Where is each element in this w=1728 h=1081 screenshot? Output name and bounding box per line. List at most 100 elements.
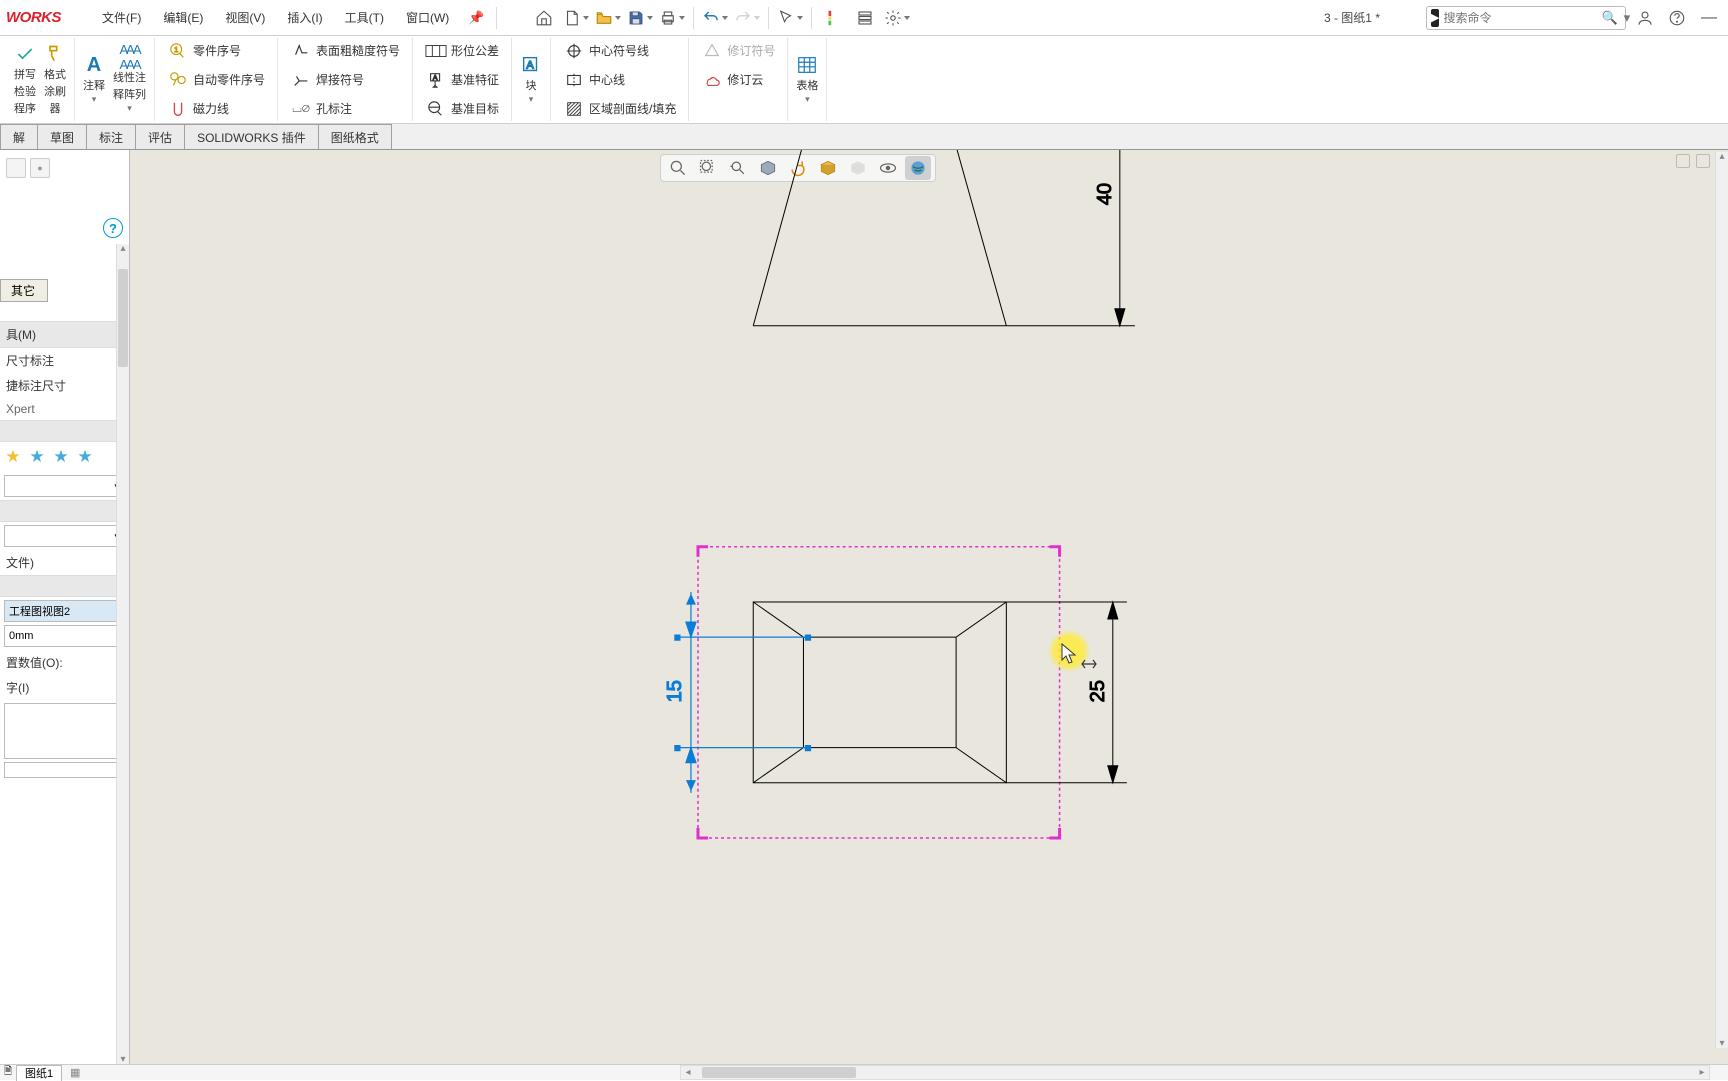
- command-manager-tabs: 解 草图 标注 评估 SOLIDWORKS 插件 图纸格式: [0, 124, 1728, 150]
- spell-check-button[interactable]: 拼写 检验 程序: [12, 41, 38, 118]
- star-save-icon[interactable]: ★: [74, 446, 96, 468]
- panel-tab-1[interactable]: [6, 158, 26, 178]
- add-sheet-icon[interactable]: ▦: [66, 1066, 84, 1079]
- other-tab[interactable]: 其它: [0, 279, 48, 302]
- note-button[interactable]: A 注释 ▾: [81, 52, 107, 107]
- print-icon[interactable]: [658, 4, 686, 32]
- weld-symbol-button[interactable]: 焊接符号: [284, 67, 406, 92]
- panel-tab-2[interactable]: [30, 158, 50, 178]
- tab-evaluate[interactable]: 评估: [135, 124, 185, 149]
- tab-sketch[interactable]: 草图: [37, 124, 87, 149]
- ribbon: 拼写 检验 程序 格式 涂刷 器 A 注释 ▾ AAAAAA 线性注 释阵列 ▾…: [0, 36, 1728, 124]
- revision-cloud-button[interactable]: 修订云: [695, 67, 781, 92]
- scroll-left-icon[interactable]: ◂: [681, 1066, 695, 1079]
- app-logo: WORKS: [6, 9, 61, 26]
- sheet-icon: 🗎: [4, 1064, 12, 1081]
- item-xpert[interactable]: Xpert: [0, 398, 129, 420]
- pin-icon[interactable]: 📌: [468, 10, 484, 26]
- area-hatch-button[interactable]: 区域剖面线/填充: [557, 96, 682, 121]
- item-dimension[interactable]: 尺寸标注: [0, 348, 129, 373]
- tables-button[interactable]: 表格 ▾: [794, 52, 820, 107]
- panel-scrollbar[interactable]: ▴ ▾: [116, 244, 129, 1064]
- scroll-thumb[interactable]: [118, 269, 128, 367]
- menu-insert[interactable]: 插入(I): [276, 9, 333, 26]
- home-icon[interactable]: [530, 4, 558, 32]
- style-dropdown[interactable]: ▾: [4, 475, 125, 497]
- command-icon: ▶: [1431, 9, 1439, 27]
- open-icon[interactable]: [594, 4, 622, 32]
- scroll-down-icon[interactable]: ▾: [117, 1053, 129, 1064]
- dim-15[interactable]: 15: [664, 680, 686, 702]
- menu-bar: WORKS 文件(F) 编辑(E) 视图(V) 插入(I) 工具(T) 窗口(W…: [0, 0, 1728, 36]
- view-name-field[interactable]: 工程图视图2: [4, 600, 125, 622]
- hscroll-thumb[interactable]: [702, 1067, 856, 1078]
- save-icon[interactable]: [626, 4, 654, 32]
- star-remove-icon[interactable]: ★: [50, 446, 72, 468]
- search-command-box[interactable]: ▶ 🔍 ▾: [1426, 6, 1626, 30]
- dropdown-2[interactable]: ▾: [4, 525, 125, 547]
- tab-sheet-format[interactable]: 图纸格式: [318, 124, 392, 149]
- search-icon[interactable]: 🔍: [1598, 10, 1620, 26]
- section-3[interactable]: ˆ: [0, 575, 129, 597]
- search-input[interactable]: [1443, 11, 1598, 25]
- menu-window[interactable]: 窗口(W): [395, 9, 460, 26]
- minimize-icon[interactable]: —: [1696, 5, 1722, 31]
- centerline-button[interactable]: 中心线: [557, 67, 682, 92]
- canvas-scrollbar-horizontal[interactable]: ◂ ▸: [680, 1065, 1710, 1080]
- linear-note-pattern-button[interactable]: AAAAAA 线性注 释阵列 ▾: [111, 44, 148, 116]
- section-file[interactable]: 文件)▾: [0, 550, 129, 575]
- geometric-tolerance-button[interactable]: 形位公差: [419, 38, 505, 63]
- undo-icon[interactable]: [701, 4, 729, 32]
- drawing-canvas[interactable]: 40: [130, 150, 1728, 1064]
- section-style[interactable]: ˆ: [0, 420, 129, 442]
- menu-edit[interactable]: 编辑(E): [152, 9, 214, 26]
- scroll-down-icon[interactable]: ▾: [1716, 1037, 1728, 1050]
- sheet-tab-1[interactable]: 图纸1: [16, 1065, 62, 1081]
- text-input-box[interactable]: [4, 703, 125, 759]
- star-icon[interactable]: ★: [2, 446, 24, 468]
- item-smart-dimension[interactable]: 捷标注尺寸: [0, 373, 129, 398]
- menu-file[interactable]: 文件(F): [91, 9, 152, 26]
- scroll-up-icon[interactable]: ▴: [117, 244, 129, 255]
- scroll-right-icon[interactable]: ▸: [1695, 1066, 1709, 1079]
- property-panel: ? 其它 具(M)ˆ 尺寸标注 捷标注尺寸 Xpert ˆ ★ ★ ★ ★ ▾ …: [0, 150, 130, 1064]
- user-icon[interactable]: [1632, 5, 1658, 31]
- tab-addins[interactable]: SOLIDWORKS 插件: [184, 124, 319, 149]
- menu-tools[interactable]: 工具(T): [334, 9, 395, 26]
- help-icon[interactable]: [1664, 5, 1690, 31]
- dimension-cursor-icon: [1080, 655, 1098, 673]
- magnetic-line-button[interactable]: 磁力线: [161, 96, 271, 121]
- star-add-icon[interactable]: ★: [26, 446, 48, 468]
- section-tool[interactable]: 具(M)ˆ: [0, 321, 129, 348]
- block-button[interactable]: A 块 ▾: [518, 52, 544, 107]
- settings-icon[interactable]: [883, 4, 911, 32]
- datum-feature-button[interactable]: A基准特征: [419, 67, 505, 92]
- panel-help-icon[interactable]: ?: [103, 218, 123, 238]
- maximize-window-icon[interactable]: [1696, 154, 1710, 168]
- center-mark-button[interactable]: 中心符号线: [557, 38, 682, 63]
- menu-view[interactable]: 视图(V): [214, 9, 276, 26]
- restore-window-icon[interactable]: [1676, 154, 1690, 168]
- select-icon[interactable]: [776, 4, 804, 32]
- text-input-box-2[interactable]: [4, 762, 125, 778]
- options-icon[interactable]: [851, 4, 879, 32]
- format-painter-button[interactable]: 格式 涂刷 器: [42, 41, 68, 118]
- section-2[interactable]: ˆ: [0, 500, 129, 522]
- main-area: ? 其它 具(M)ˆ 尺寸标注 捷标注尺寸 Xpert ˆ ★ ★ ★ ★ ▾ …: [0, 150, 1728, 1064]
- dim-25: 25: [1087, 680, 1109, 702]
- rebuild-icon[interactable]: [819, 4, 847, 32]
- favorites-row: ★ ★ ★ ★: [0, 442, 129, 472]
- tab-dimension[interactable]: 标注: [86, 124, 136, 149]
- mm-field[interactable]: 0mm▴▾: [4, 625, 125, 647]
- tab-annotation[interactable]: 解: [0, 124, 38, 149]
- auto-balloon-button[interactable]: 自动零件序号: [161, 67, 271, 92]
- section-text[interactable]: 字(I)ˆ: [0, 675, 129, 700]
- balloon-button[interactable]: 1零件序号: [161, 38, 271, 63]
- redo-icon[interactable]: [733, 4, 761, 32]
- hole-callout-button[interactable]: ⌴⌀孔标注: [284, 96, 406, 121]
- scroll-up-icon[interactable]: ▴: [1716, 150, 1728, 163]
- new-icon[interactable]: [562, 4, 590, 32]
- surface-finish-button[interactable]: 表面粗糙度符号: [284, 38, 406, 63]
- datum-target-button[interactable]: 基准目标: [419, 96, 505, 121]
- canvas-scrollbar-vertical[interactable]: ▴ ▾: [1715, 152, 1728, 1048]
